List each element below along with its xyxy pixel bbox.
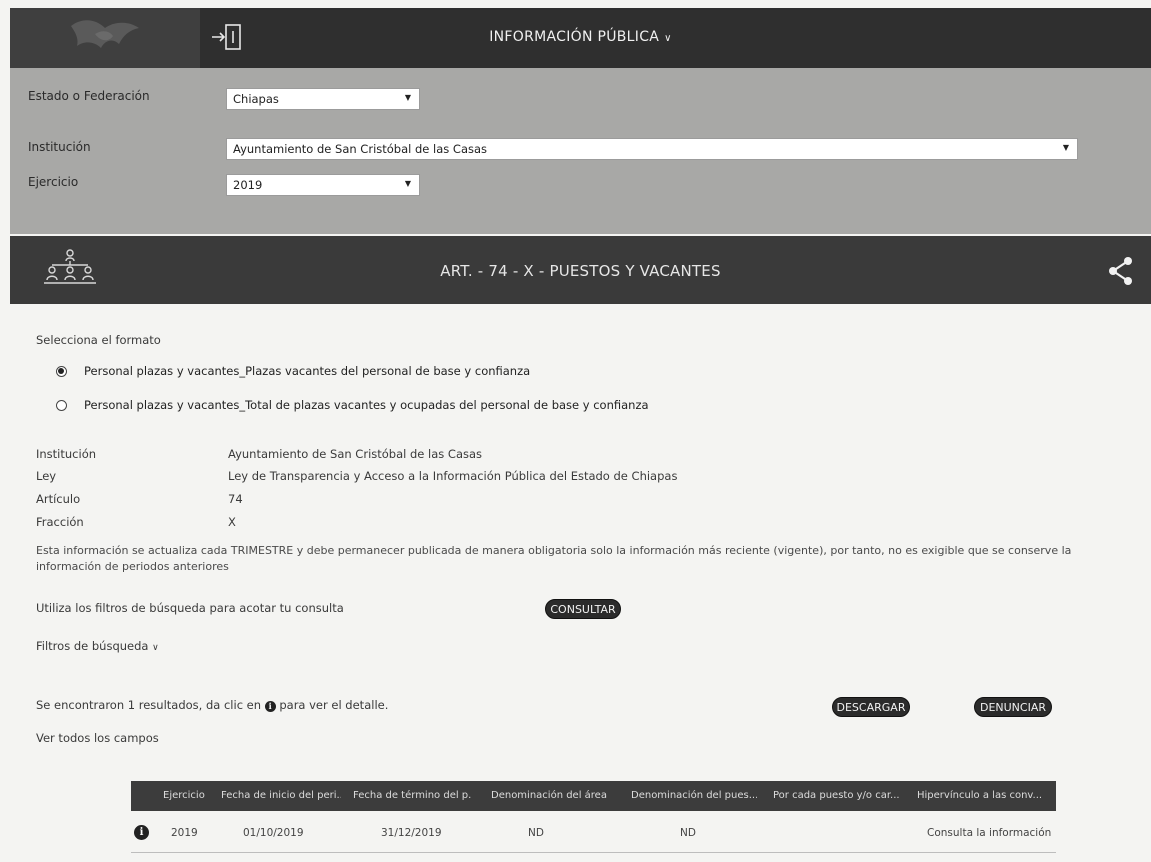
ejercicio-select-value: 2019 [233,178,263,192]
col-ejercicio[interactable]: Ejercicio [163,790,209,801]
info-fraccion-label: Fracción [36,515,84,529]
institucion-select-value: Ayuntamiento de San Cristóbal de las Cas… [233,142,488,156]
search-filters-toggle-label: Filtros de búsqueda [36,639,149,653]
col-fecha-termino[interactable]: Fecha de término del p... [353,790,471,801]
radio-unchecked-icon[interactable] [56,400,67,411]
filter-panel: Estado o Federación Chiapas ▼ Institució… [10,68,1151,234]
info-institucion-label: Institución [36,447,97,461]
ejercicio-select[interactable]: 2019 ▼ [226,174,420,196]
results-summary-prefix: Se encontraron 1 resultados, da clic en [36,698,262,712]
radio-checked-icon[interactable] [56,366,67,377]
estado-select-value: Chiapas [233,92,279,106]
ver-todos-campos-link[interactable]: Ver todos los campos [36,731,159,745]
search-filters-toggle[interactable]: Filtros de búsqueda ∨ [36,639,159,653]
format-option-label: Personal plazas y vacantes_Plazas vacant… [84,364,531,378]
cell-fecha-inicio: 01/10/2019 [243,827,304,839]
chevron-down-icon: ∨ [152,643,159,653]
col-hipervinculo[interactable]: Hipervínculo a las conv... [917,790,1052,801]
results-summary-suffix: para ver el detalle. [279,698,389,712]
info-articulo-value: 74 [228,492,243,506]
descargar-button[interactable]: DESCARGAR [832,697,910,717]
results-table-header: Ejercicio Fecha de inicio del peri... Fe… [131,781,1056,811]
info-institucion-value: Ayuntamiento de San Cristóbal de las Cas… [228,447,483,461]
col-area[interactable]: Denominación del área [491,790,607,801]
info-icon: i [264,701,276,712]
search-hint: Utiliza los filtros de búsqueda para aco… [36,601,344,615]
cell-puesto: ND [680,827,696,839]
info-ley-value: Ley de Transparencia y Acceso a la Infor… [228,469,678,483]
info-ley-label: Ley [36,469,57,483]
dropdown-arrow-icon: ▼ [404,179,411,188]
format-prompt: Selecciona el formato [36,333,161,347]
public-info-menu[interactable]: INFORMACIÓN PÚBLICA ∨ [10,29,1151,45]
estado-select[interactable]: Chiapas ▼ [226,88,420,110]
info-icon[interactable]: i [134,825,149,840]
row-divider [131,852,1056,853]
results-summary: Se encontraron 1 resultados, da clic en … [36,698,388,712]
estado-label: Estado o Federación [28,89,150,103]
institucion-label: Institución [28,140,91,154]
share-icon[interactable] [1108,256,1134,286]
cell-fecha-termino: 31/12/2019 [381,827,442,839]
chevron-down-icon: ∨ [664,33,672,44]
public-info-menu-label: INFORMACIÓN PÚBLICA [489,29,660,45]
cell-ejercicio: 2019 [171,827,198,839]
denunciar-button[interactable]: DENUNCIAR [974,697,1052,717]
top-header: INFORMACIÓN PÚBLICA ∨ [10,8,1151,68]
col-por-cada-puesto[interactable]: Por cada puesto y/o car... [773,790,903,801]
update-note: Esta información se actualiza cada TRIME… [36,544,1072,573]
institucion-select[interactable]: Ayuntamiento de San Cristóbal de las Cas… [226,138,1078,160]
dropdown-arrow-icon: ▼ [1062,143,1069,152]
section-banner: ART. - 74 - X - PUESTOS Y VACANTES [10,236,1151,304]
info-articulo-label: Artículo [36,492,81,506]
table-row: i 2019 01/10/2019 31/12/2019 ND ND Consu… [131,821,1056,847]
cell-hipervinculo-link[interactable]: Consulta la información [927,827,1051,839]
consultar-button[interactable]: CONSULTAR [545,599,621,619]
col-fecha-inicio[interactable]: Fecha de inicio del peri... [221,790,341,801]
info-fraccion-value: X [228,515,236,529]
ejercicio-label: Ejercicio [28,175,79,189]
format-option-label: Personal plazas y vacantes_Total de plaz… [84,398,649,412]
col-puesto[interactable]: Denominación del pues... [631,790,757,801]
section-title: ART. - 74 - X - PUESTOS Y VACANTES [440,262,721,280]
dropdown-arrow-icon: ▼ [404,93,411,102]
cell-area: ND [528,827,544,839]
